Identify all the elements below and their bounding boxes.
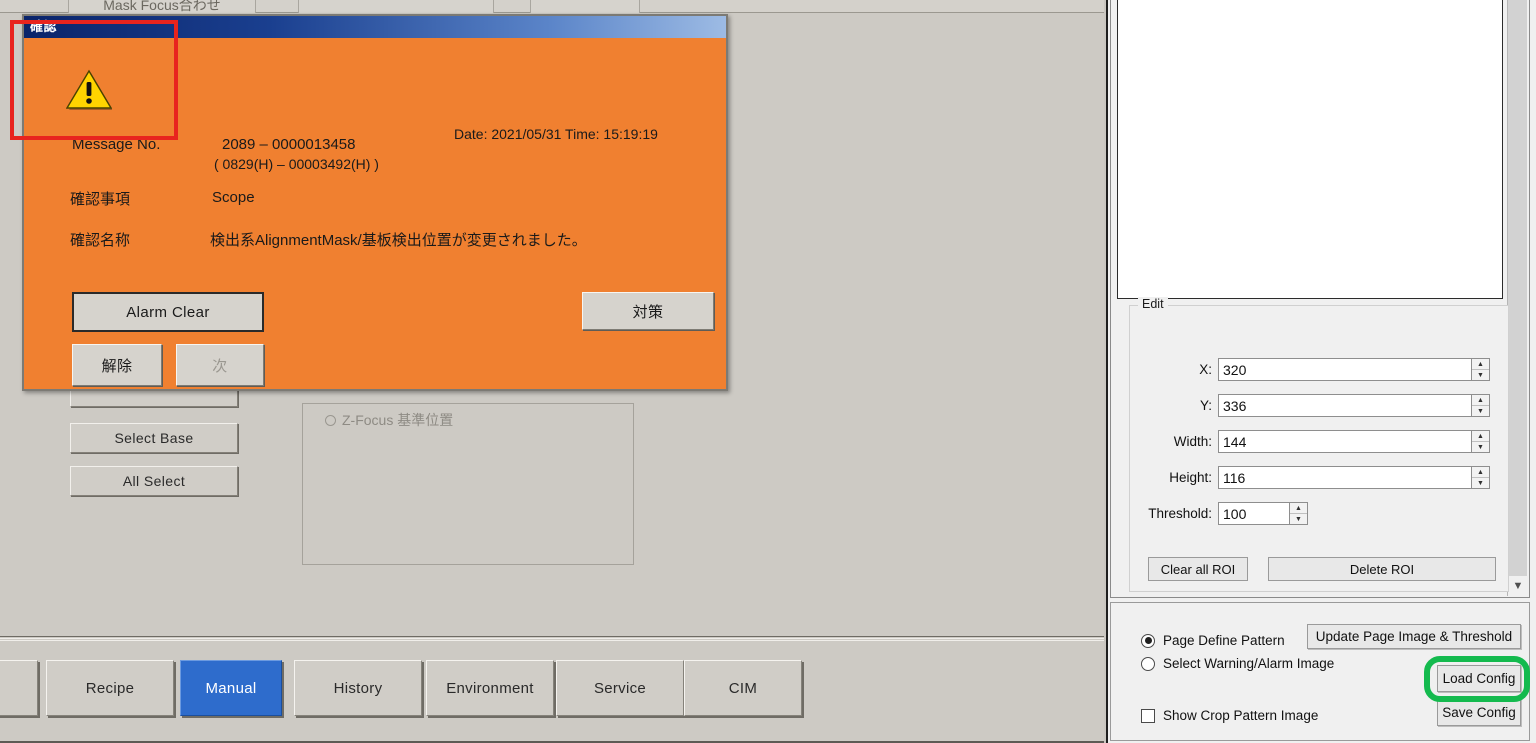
bottom-navigation-bar: Recipe Manual History Environment Servic… [0, 640, 1104, 743]
nav-label-recipe: Recipe [85, 679, 135, 697]
save-config-button[interactable]: Save Config [1437, 699, 1521, 726]
confirm-item-value: Scope [212, 189, 255, 206]
spinner-down-icon[interactable]: ▼ [1472, 370, 1489, 380]
nav-label-service: Service [593, 679, 647, 697]
spinner-down-icon[interactable]: ▼ [1472, 406, 1489, 416]
spinner-down-icon[interactable]: ▼ [1472, 478, 1489, 488]
load-config-button[interactable]: Load Config [1437, 665, 1521, 692]
field-row-threshold: Threshold: ▲ ▼ [1136, 502, 1308, 525]
confirmation-dialog: 確認 Message No. 2089 – 0000013458 ( 0829(… [22, 14, 728, 391]
right-side-panel: ▼ Edit X: ▲ ▼ Y: ▲ ▼ Width: [1106, 0, 1536, 743]
spinner-down-icon[interactable]: ▼ [1472, 442, 1489, 452]
z-focus-radio-row[interactable]: Z-Focus 基準位置 [325, 410, 453, 430]
radio-selected-icon[interactable] [1141, 633, 1155, 648]
field-row-x: X: ▲ ▼ [1136, 358, 1490, 381]
dialog-datetime: Date: 2021/05/31 Time: 15:19:19 [454, 126, 658, 142]
field-row-width: Width: ▲ ▼ [1136, 430, 1490, 453]
pattern-image-canvas[interactable] [1117, 0, 1503, 299]
tab-secondary[interactable] [298, 0, 494, 13]
next-button[interactable]: 次 [176, 344, 264, 386]
input-y[interactable] [1218, 394, 1472, 417]
confirm-name-value: 検出系AlignmentMask/基板検出位置が変更されました。 [210, 232, 587, 249]
update-page-image-threshold-button[interactable]: Update Page Image & Threshold [1307, 624, 1521, 649]
clear-all-roi-button[interactable]: Clear all ROI [1148, 557, 1248, 581]
radio-icon-z-focus[interactable] [325, 414, 336, 426]
right-panel-scrollbar[interactable]: ▼ [1507, 0, 1528, 596]
input-threshold[interactable] [1218, 502, 1290, 525]
input-width[interactable] [1218, 430, 1472, 453]
radio-label-select-warning: Select Warning/Alarm Image [1163, 656, 1335, 671]
message-no-hex: ( 0829(H) – 00003492(H) ) [214, 156, 379, 172]
checkbox-icon[interactable] [1141, 708, 1155, 723]
dialog-title: 確認 [30, 19, 58, 34]
dialog-titlebar: 確認 [24, 16, 726, 38]
radio-page-define-pattern[interactable]: Page Define Pattern [1141, 633, 1285, 648]
spinner-up-icon[interactable]: ▲ [1472, 431, 1489, 442]
nav-button-environment[interactable]: Environment [426, 660, 554, 716]
radio-label-page-define: Page Define Pattern [1163, 633, 1285, 648]
spinner-height[interactable]: ▲ ▼ [1472, 466, 1490, 489]
nav-label-cim: CIM [728, 679, 758, 697]
right-panel-inner: ▼ Edit X: ▲ ▼ Y: ▲ ▼ Width: [1110, 0, 1530, 598]
checkbox-label-show-crop: Show Crop Pattern Image [1163, 708, 1319, 723]
field-row-height: Height: ▲ ▼ [1136, 466, 1490, 489]
tab-mask-focus[interactable]: Mask Focus合わせ [68, 0, 256, 13]
spinner-threshold[interactable]: ▲ ▼ [1290, 502, 1308, 525]
warning-triangle-icon [66, 69, 112, 110]
confirm-item-label: 確認事項 [70, 191, 131, 208]
spinner-up-icon[interactable]: ▲ [1472, 467, 1489, 478]
horizontal-divider [0, 636, 1104, 639]
input-height[interactable] [1218, 466, 1472, 489]
message-no-label: Message No. [72, 136, 161, 153]
top-tab-strip: Mask Focus合わせ [0, 0, 1104, 13]
tab-tertiary[interactable] [530, 0, 640, 13]
edit-group-box: Edit X: ▲ ▼ Y: ▲ ▼ Width: [1129, 297, 1509, 592]
nav-label-manual: Manual [205, 679, 257, 697]
spinner-width[interactable]: ▲ ▼ [1472, 430, 1490, 453]
spinner-up-icon[interactable]: ▲ [1290, 503, 1307, 514]
select-base-button[interactable]: Select Base [70, 423, 238, 453]
z-focus-group-box: Z-Focus 基準位置 [302, 403, 634, 565]
spinner-x[interactable]: ▲ ▼ [1472, 358, 1490, 381]
nav-button-history[interactable]: History [294, 660, 422, 716]
confirm-name-label: 確認名称 [70, 232, 131, 249]
config-options-panel: Page Define Pattern Select Warning/Alarm… [1110, 602, 1530, 741]
spinner-y[interactable]: ▲ ▼ [1472, 394, 1490, 417]
radio-select-warning-alarm-image[interactable]: Select Warning/Alarm Image [1141, 656, 1334, 671]
edit-group-legend: Edit [1138, 297, 1168, 311]
nav-button-cim[interactable]: CIM [684, 660, 802, 716]
nav-label-environment: Environment [446, 679, 534, 697]
message-no-value: 2089 – 0000013458 [222, 136, 356, 153]
nav-button-service[interactable]: Service [556, 660, 684, 716]
spinner-up-icon[interactable]: ▲ [1472, 359, 1489, 370]
release-button[interactable]: 解除 [72, 344, 162, 386]
delete-roi-button[interactable]: Delete ROI [1268, 557, 1496, 581]
countermeasure-button[interactable]: 対策 [582, 292, 714, 330]
all-select-button[interactable]: All Select [70, 466, 238, 496]
label-y: Y: [1199, 398, 1212, 413]
label-height: Height: [1169, 470, 1212, 485]
z-focus-radio-label: Z-Focus 基準位置 [342, 412, 454, 428]
checkbox-show-crop-pattern-image[interactable]: Show Crop Pattern Image [1141, 708, 1318, 723]
label-x: X: [1199, 362, 1212, 377]
alarm-clear-button[interactable]: Alarm Clear [72, 292, 264, 332]
label-threshold: Threshold: [1148, 506, 1212, 521]
spinner-up-icon[interactable]: ▲ [1472, 395, 1489, 406]
field-row-y: Y: ▲ ▼ [1136, 394, 1490, 417]
nav-button-recipe[interactable]: Recipe [46, 660, 174, 716]
nav-button-clipped[interactable] [0, 660, 38, 716]
chevron-down-icon[interactable]: ▼ [1508, 576, 1528, 596]
radio-unselected-icon[interactable] [1141, 656, 1155, 671]
nav-button-manual[interactable]: Manual [180, 660, 282, 716]
label-width: Width: [1173, 434, 1212, 449]
nav-label-history: History [333, 679, 383, 697]
spinner-down-icon[interactable]: ▼ [1290, 514, 1307, 524]
input-x[interactable] [1218, 358, 1472, 381]
